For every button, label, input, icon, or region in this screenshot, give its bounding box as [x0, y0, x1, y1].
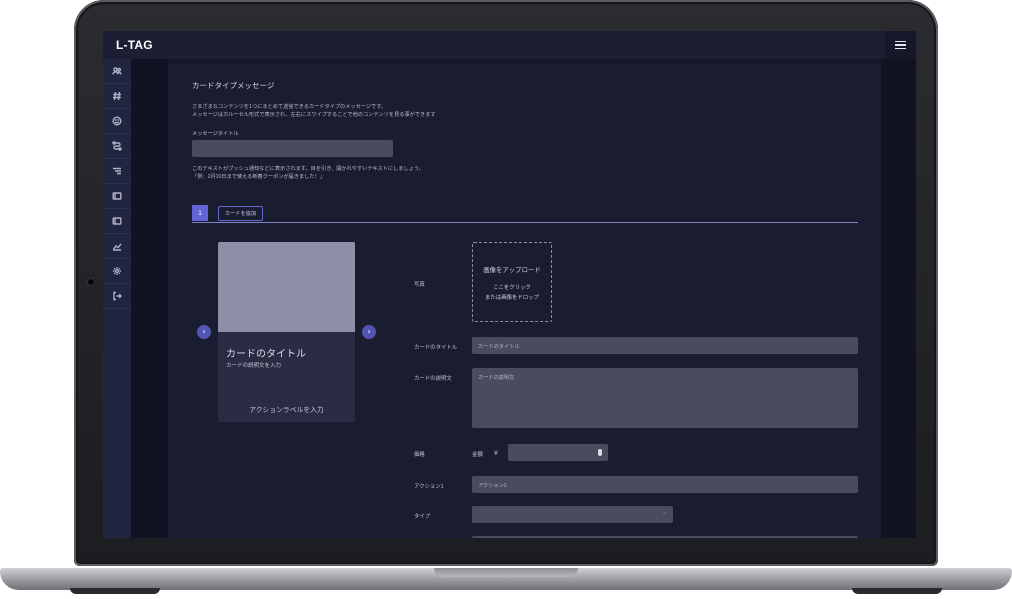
- image-upload-dropzone[interactable]: 画像をアップロード ここをクリック または画像をドロップ: [472, 242, 552, 322]
- price-input[interactable]: [508, 444, 608, 461]
- card-title-input[interactable]: カードのタイトル: [472, 337, 858, 354]
- content-gutter-right: [881, 59, 916, 538]
- users-icon: [112, 67, 122, 75]
- gear-icon: [113, 267, 121, 275]
- smile-icon: [112, 116, 122, 126]
- menu-list-icon: [113, 167, 121, 175]
- action1-input[interactable]: アクション1: [472, 476, 858, 493]
- hamburger-line: [895, 44, 906, 46]
- card-description-label: カードの説明文: [414, 376, 452, 382]
- chevron-down-icon: ⌄: [661, 509, 667, 516]
- tab-divider: [192, 222, 858, 223]
- hint-line: 「例：2月10日まで使える新春クーポンが届きました！」: [192, 174, 325, 180]
- hint-line: このテキストがプッシュ通知などに表示されます。目を引き、開かれやすいテキストにし…: [192, 166, 424, 172]
- tab-card-1[interactable]: 1: [192, 205, 208, 221]
- content-gutter-left: [131, 59, 168, 538]
- app-logo[interactable]: L-TAG: [116, 38, 153, 52]
- card-preview-image: [218, 242, 355, 332]
- upload-line: または画像をドロップ: [485, 295, 539, 301]
- card-preview: カードのタイトル カードの説明文を入力 アクションラベルを入力: [218, 242, 355, 422]
- next-field-partial[interactable]: [472, 536, 858, 538]
- sidebar-item-users[interactable]: [103, 59, 131, 84]
- sidebar-item-scenario[interactable]: [103, 134, 131, 159]
- panel-icon: [112, 192, 122, 200]
- upload-line: ここをクリック: [493, 285, 531, 291]
- laptop-notch: [434, 568, 578, 577]
- hashtag-icon: [113, 91, 121, 101]
- number-stepper-icon[interactable]: [598, 449, 602, 456]
- card-preview-action: アクションラベルを入力: [249, 407, 324, 414]
- laptop-foot-right: [852, 588, 942, 594]
- card-preview-title: カードのタイトル: [226, 349, 306, 360]
- action1-label: アクション1: [414, 484, 444, 490]
- message-title-hint: このテキストがプッシュ通知などに表示されます。目を引き、開かれやすいテキストにし…: [192, 165, 424, 181]
- description-line: メッセージはカルーセル形式で表示され、左右にスワイプすることで他のコンテンツを見…: [192, 112, 436, 118]
- page-description: さまざまなコンテンツを1つにまとめて送信できるカードタイプのメッセージです。 メ…: [192, 103, 436, 119]
- add-card-button[interactable]: カードを追加: [218, 206, 263, 221]
- sidebar-item-tags[interactable]: [103, 84, 131, 109]
- description-line: さまざまなコンテンツを1つにまとめて送信できるカードタイプのメッセージです。: [192, 104, 387, 110]
- card-preview-description: カードの説明文を入力: [226, 363, 282, 369]
- carousel-prev-button[interactable]: ‹: [197, 325, 211, 339]
- chevron-left-icon: ‹: [202, 327, 206, 336]
- type-select[interactable]: ⌄: [472, 506, 673, 523]
- hamburger-line: [895, 47, 906, 50]
- sidebar-item-rich-menu[interactable]: [103, 184, 131, 209]
- laptop-foot-left: [70, 588, 160, 594]
- top-bar: L-TAG: [103, 31, 916, 59]
- sidebar-item-settings[interactable]: [103, 259, 131, 284]
- hamburger-menu-button[interactable]: [885, 31, 916, 59]
- message-title-input[interactable]: [192, 140, 393, 157]
- hamburger-line: [895, 40, 906, 43]
- currency-symbol: ¥: [494, 450, 498, 457]
- page-title: カードタイプメッセージ: [192, 81, 275, 90]
- message-title-label: メッセージタイトル: [192, 131, 239, 137]
- sidebar-item-logout[interactable]: [103, 284, 131, 309]
- camera-dot: [88, 279, 94, 285]
- main-panel: カードタイプメッセージ さまざまなコンテンツを1つにまとめて送信できるカードタイ…: [168, 64, 881, 538]
- sidebar-item-analytics[interactable]: [103, 234, 131, 259]
- card-title-label: カードのタイトル: [414, 345, 458, 351]
- price-label: 価格: [414, 452, 425, 458]
- panel-icon-2: [112, 217, 122, 225]
- chevron-right-icon: ›: [367, 327, 371, 336]
- chart-icon: [112, 243, 122, 251]
- amount-label: 金額: [472, 452, 483, 458]
- carousel-next-button[interactable]: ›: [362, 325, 376, 339]
- logout-icon: [113, 291, 122, 301]
- sidebar-item-friends[interactable]: [103, 109, 131, 134]
- sidebar: [103, 59, 131, 538]
- sidebar-item-templates[interactable]: [103, 209, 131, 234]
- screen: L-TAG カードタイプメッセージ さまざまなコンテンツを1つにまとめて送信でき…: [103, 31, 916, 538]
- type-label: タイプ: [414, 514, 431, 520]
- route-icon: [112, 141, 122, 151]
- card-description-textarea[interactable]: カードの説明文: [472, 368, 858, 428]
- photo-label: 写真: [414, 282, 425, 288]
- upload-instructions: ここをクリック または画像をドロップ: [473, 283, 551, 303]
- sidebar-item-messages[interactable]: [103, 159, 131, 184]
- upload-title: 画像をアップロード: [483, 267, 541, 274]
